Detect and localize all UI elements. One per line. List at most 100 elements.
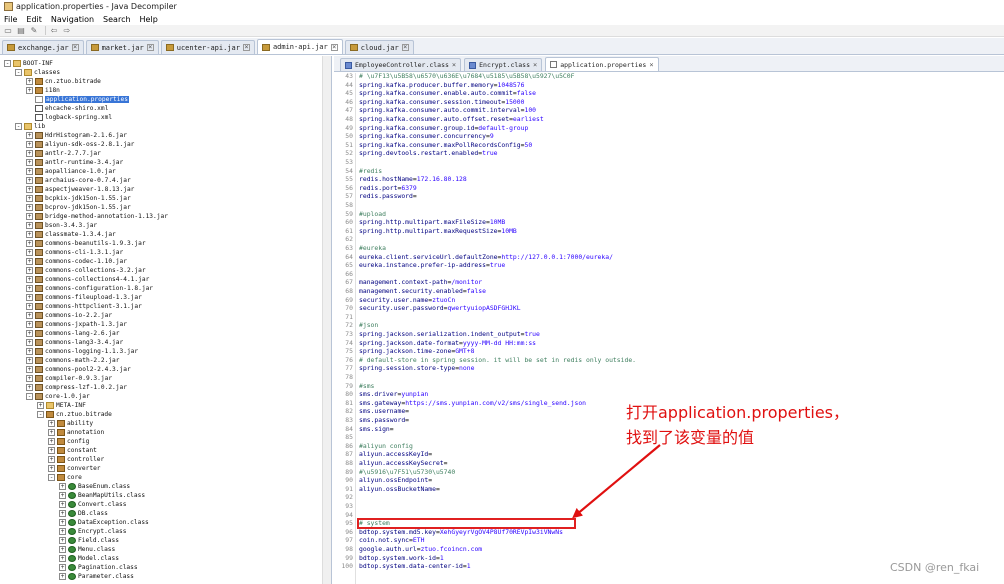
jar-tab-cloud-jar[interactable]: cloud.jar ×: [344, 40, 414, 54]
tree-item[interactable]: + config: [48, 437, 89, 446]
expand-icon[interactable]: +: [26, 87, 33, 94]
expand-icon[interactable]: +: [26, 357, 33, 364]
tree-item[interactable]: + classmate-1.3.4.jar: [26, 230, 116, 239]
tree-item[interactable]: application.properties: [26, 95, 129, 104]
tree-item[interactable]: + annotation: [48, 428, 104, 437]
tree-item[interactable]: + commons-lang-2.6.jar: [26, 329, 120, 338]
expand-icon[interactable]: +: [48, 465, 55, 472]
tree-item[interactable]: + commons-beanutils-1.9.3.jar: [26, 239, 146, 248]
tree-item[interactable]: + Model.class: [59, 554, 119, 563]
expand-icon[interactable]: +: [48, 438, 55, 445]
tree-item[interactable]: + bson-3.4.3.jar: [26, 221, 97, 230]
tree-item[interactable]: + commons-configuration-1.8.jar: [26, 284, 153, 293]
tree-item[interactable]: + archaius-core-0.7.4.jar: [26, 176, 131, 185]
expand-icon[interactable]: +: [59, 510, 66, 517]
tree-item[interactable]: + aliyun-sdk-oss-2.8.1.jar: [26, 140, 134, 149]
expand-icon[interactable]: +: [26, 150, 33, 157]
tree-item[interactable]: - core: [48, 473, 82, 482]
menu-search[interactable]: Search: [103, 15, 130, 24]
tree-item[interactable]: + commons-httpclient-3.1.jar: [26, 302, 142, 311]
editor-tab-encrypt-class[interactable]: Encrypt.class ×: [464, 58, 543, 71]
close-icon[interactable]: ×: [452, 61, 456, 69]
tree-scrollbar[interactable]: [322, 56, 331, 584]
expand-icon[interactable]: +: [59, 546, 66, 553]
close-icon[interactable]: ×: [401, 44, 409, 51]
expand-icon[interactable]: +: [26, 159, 33, 166]
tree-item[interactable]: + DB.class: [59, 509, 108, 518]
tree-item[interactable]: + Pagination.class: [59, 563, 138, 572]
close-icon[interactable]: ×: [146, 44, 154, 51]
expand-icon[interactable]: +: [59, 483, 66, 490]
jar-tab-exchange-jar[interactable]: exchange.jar ×: [2, 40, 84, 54]
close-icon[interactable]: ×: [649, 61, 653, 69]
expand-icon[interactable]: +: [26, 267, 33, 274]
expand-icon[interactable]: +: [26, 222, 33, 229]
tree-item[interactable]: + Field.class: [59, 536, 119, 545]
jar-tab-admin-api-jar[interactable]: admin-api.jar ×: [256, 39, 343, 54]
tree-item[interactable]: + aspectjweaver-1.8.13.jar: [26, 185, 134, 194]
expand-icon[interactable]: +: [59, 537, 66, 544]
menu-file[interactable]: File: [4, 15, 17, 24]
menu-edit[interactable]: Edit: [26, 15, 42, 24]
tree-item[interactable]: + commons-logging-1.1.3.jar: [26, 347, 138, 356]
expand-icon[interactable]: +: [26, 312, 33, 319]
tree-item[interactable]: + compress-lzf-1.0.2.jar: [26, 383, 127, 392]
back-icon[interactable]: ⇦: [49, 26, 59, 35]
open-icon[interactable]: ▭: [3, 26, 13, 35]
tree-item[interactable]: + ability: [48, 419, 93, 428]
expand-icon[interactable]: +: [26, 249, 33, 256]
tree-item[interactable]: + compiler-0.9.3.jar: [26, 374, 112, 383]
editor-tab-application-properties[interactable]: application.properties ×: [545, 57, 659, 71]
expand-icon[interactable]: +: [26, 258, 33, 265]
tree-item[interactable]: + bcprov-jdk15on-1.55.jar: [26, 203, 131, 212]
jar-tab-ucenter-api-jar[interactable]: ucenter-api.jar ×: [160, 40, 255, 54]
expand-icon[interactable]: +: [26, 339, 33, 346]
tree-item[interactable]: + commons-math-2.2.jar: [26, 356, 120, 365]
collapse-icon[interactable]: -: [37, 411, 44, 418]
tree-item[interactable]: + commons-cli-1.3.1.jar: [26, 248, 123, 257]
tree-item[interactable]: + bridge-method-annotation-1.13.jar: [26, 212, 168, 221]
tree-item[interactable]: - core-1.0.jar: [26, 392, 90, 401]
expand-icon[interactable]: +: [48, 447, 55, 454]
collapse-icon[interactable]: -: [48, 474, 55, 481]
editor-tab-employeecontroller-class[interactable]: EmployeeController.class ×: [340, 58, 462, 71]
tree-item[interactable]: + antlr-runtime-3.4.jar: [26, 158, 123, 167]
expand-icon[interactable]: +: [26, 285, 33, 292]
expand-icon[interactable]: +: [26, 204, 33, 211]
expand-icon[interactable]: +: [59, 573, 66, 580]
jar-tab-market-jar[interactable]: market.jar ×: [85, 40, 159, 54]
collapse-icon[interactable]: -: [15, 69, 22, 76]
tree-item[interactable]: - lib: [15, 122, 45, 131]
tree-item[interactable]: + cn.ztuo.bitrade: [26, 77, 101, 86]
expand-icon[interactable]: +: [59, 501, 66, 508]
tree-item[interactable]: - BOOT-INF: [4, 59, 53, 68]
tree-item[interactable]: + commons-io-2.2.jar: [26, 311, 112, 320]
close-icon[interactable]: ×: [533, 61, 537, 69]
expand-icon[interactable]: +: [48, 456, 55, 463]
expand-icon[interactable]: +: [48, 429, 55, 436]
expand-icon[interactable]: +: [59, 519, 66, 526]
tree-item[interactable]: logback-spring.xml: [26, 113, 112, 122]
menu-navigation[interactable]: Navigation: [51, 15, 94, 24]
tree-item[interactable]: - classes: [15, 68, 60, 77]
wand-icon[interactable]: ✎: [29, 26, 39, 35]
tree-item[interactable]: + commons-pool2-2.4.3.jar: [26, 365, 131, 374]
tree-item[interactable]: + Encrypt.class: [59, 527, 126, 536]
expand-icon[interactable]: +: [26, 195, 33, 202]
expand-icon[interactable]: +: [26, 303, 33, 310]
expand-icon[interactable]: +: [26, 168, 33, 175]
expand-icon[interactable]: +: [26, 78, 33, 85]
menu-help[interactable]: Help: [140, 15, 158, 24]
expand-icon[interactable]: +: [26, 177, 33, 184]
forward-icon[interactable]: ⇨: [62, 26, 72, 35]
expand-icon[interactable]: +: [26, 384, 33, 391]
expand-icon[interactable]: +: [26, 132, 33, 139]
tree-item[interactable]: + constant: [48, 446, 97, 455]
expand-icon[interactable]: +: [59, 528, 66, 535]
expand-icon[interactable]: +: [26, 294, 33, 301]
expand-icon[interactable]: +: [37, 402, 44, 409]
tree-item[interactable]: ehcache-shiro.xml: [26, 104, 108, 113]
expand-icon[interactable]: +: [26, 141, 33, 148]
expand-icon[interactable]: +: [26, 375, 33, 382]
tree-item[interactable]: - cn.ztuo.bitrade: [37, 410, 112, 419]
